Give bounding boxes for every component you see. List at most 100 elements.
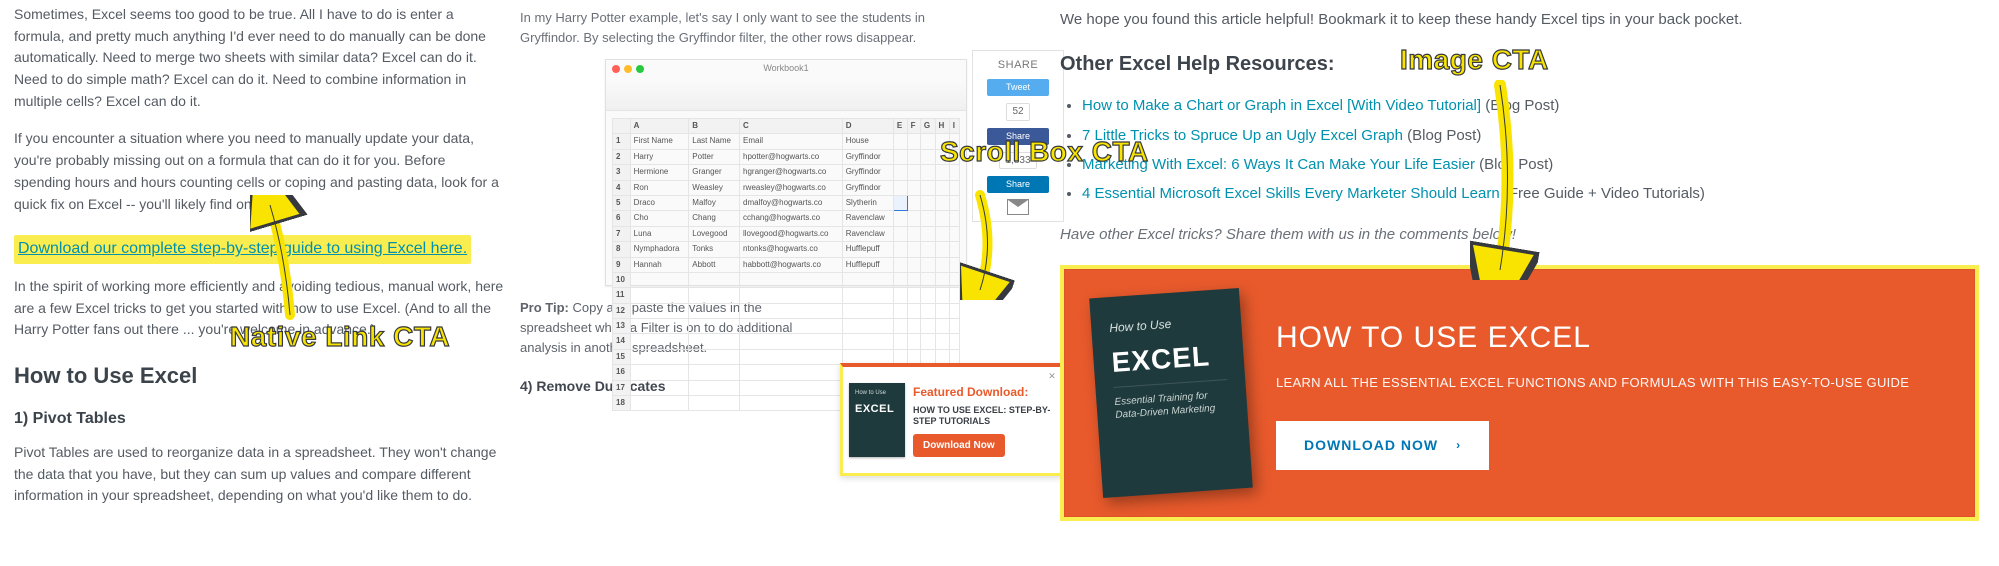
cell xyxy=(842,288,893,303)
column-header: D xyxy=(842,119,893,134)
cell xyxy=(907,334,920,349)
cell xyxy=(630,396,689,411)
cell xyxy=(740,272,843,287)
column-header: B xyxy=(689,119,740,134)
pivot-tables-paragraph: Pivot Tables are used to reorganize data… xyxy=(14,442,506,507)
linkedin-share-button[interactable]: Share xyxy=(987,176,1049,193)
ebook-pretitle: How to Use xyxy=(855,389,886,398)
tweet-button[interactable]: Tweet xyxy=(987,79,1049,96)
workbook-title: Workbook1 xyxy=(606,62,966,76)
cell: Ron xyxy=(630,180,689,195)
cell xyxy=(920,303,935,318)
scroll-box-cta[interactable]: ✕ How to Use EXCEL Featured Download: HO… xyxy=(840,363,1064,476)
intro-paragraph-2: If you encounter a situation where you n… xyxy=(14,128,506,215)
resource-item: 7 Little Tricks to Spruce Up an Ugly Exc… xyxy=(1082,124,1979,147)
cell xyxy=(893,257,907,272)
cell xyxy=(893,242,907,257)
left-article-panel: Sometimes, Excel seems too good to be tr… xyxy=(0,0,520,566)
cell xyxy=(907,288,920,303)
cell: Slytherin xyxy=(842,195,893,210)
cell: habbott@hogwarts.co xyxy=(740,257,843,272)
cell xyxy=(920,195,935,210)
download-now-button[interactable]: Download Now xyxy=(913,434,1005,458)
cell xyxy=(689,319,740,334)
column-header: A xyxy=(630,119,689,134)
cell: Email xyxy=(740,134,843,149)
cell: Abbott xyxy=(689,257,740,272)
resource-item: Marketing With Excel: 6 Ways It Can Make… xyxy=(1082,153,1979,176)
row-number: 13 xyxy=(613,319,631,334)
row-number: 1 xyxy=(613,134,631,149)
cell: Lovegood xyxy=(689,226,740,241)
cell xyxy=(920,272,935,287)
cell xyxy=(689,288,740,303)
cell xyxy=(935,226,949,241)
cell xyxy=(935,149,949,164)
cell: dmalfoy@hogwarts.co xyxy=(740,195,843,210)
cell xyxy=(893,134,907,149)
row-number: 18 xyxy=(613,396,631,411)
cell xyxy=(935,303,949,318)
resource-suffix: (Blog Post) xyxy=(1475,156,1553,173)
cell xyxy=(907,226,920,241)
cell xyxy=(842,319,893,334)
filter-explanation: In my Harry Potter example, let's say I … xyxy=(520,8,1052,47)
column-header: H xyxy=(935,119,949,134)
intro-paragraph-3: In the spirit of working more efficientl… xyxy=(14,276,506,341)
share-title: SHARE xyxy=(979,57,1057,74)
cell xyxy=(907,272,920,287)
resource-link[interactable]: 4 Essential Microsoft Excel Skills Every… xyxy=(1082,185,1500,202)
cell xyxy=(935,272,949,287)
row-number: 9 xyxy=(613,257,631,272)
cta-book-graphic: How to Use EXCEL Essential Training for … xyxy=(1089,288,1253,498)
cell: llovegood@hogwarts.co xyxy=(740,226,843,241)
cell xyxy=(907,149,920,164)
email-share-icon[interactable] xyxy=(1007,199,1029,215)
middle-article-panel: In my Harry Potter example, let's say I … xyxy=(520,0,1060,566)
cell xyxy=(907,134,920,149)
cell: Ravenclaw xyxy=(842,211,893,226)
cell xyxy=(949,134,959,149)
image-cta-banner[interactable]: How to Use EXCEL Essential Training for … xyxy=(1060,265,1979,521)
cell xyxy=(893,272,907,287)
cell xyxy=(907,303,920,318)
row-number: 17 xyxy=(613,380,631,395)
row-number: 11 xyxy=(613,288,631,303)
cell xyxy=(920,288,935,303)
cell: Weasley xyxy=(689,180,740,195)
download-now-cta-button[interactable]: DOWNLOAD NOW › xyxy=(1276,421,1489,471)
cell xyxy=(740,319,843,334)
resource-link[interactable]: How to Make a Chart or Graph in Excel [W… xyxy=(1082,97,1481,114)
cell xyxy=(949,211,959,226)
cell xyxy=(949,195,959,210)
resource-link[interactable]: Marketing With Excel: 6 Ways It Can Make… xyxy=(1082,156,1475,173)
cell xyxy=(920,180,935,195)
resource-item: How to Make a Chart or Graph in Excel [W… xyxy=(1082,94,1979,117)
cta-headline: HOW TO USE EXCEL xyxy=(1276,315,1943,362)
cell: House xyxy=(842,134,893,149)
cell xyxy=(740,380,843,395)
row-number: 2 xyxy=(613,149,631,164)
native-link-cta[interactable]: Download our complete step-by-step guide… xyxy=(14,235,471,264)
cell: Malfoy xyxy=(689,195,740,210)
cell xyxy=(907,242,920,257)
cell: Chang xyxy=(689,211,740,226)
row-number: 4 xyxy=(613,180,631,195)
closing-paragraph: We hope you found this article helpful! … xyxy=(1060,8,1979,31)
close-icon[interactable]: ✕ xyxy=(1047,371,1057,381)
cell xyxy=(949,334,959,349)
cell xyxy=(893,334,907,349)
cell xyxy=(740,303,843,318)
cell xyxy=(949,149,959,164)
cell xyxy=(949,272,959,287)
facebook-share-button[interactable]: Share xyxy=(987,128,1049,145)
cell xyxy=(920,226,935,241)
cell xyxy=(842,303,893,318)
cell xyxy=(630,380,689,395)
cta-book-title: EXCEL xyxy=(1110,334,1211,384)
row-number: 7 xyxy=(613,226,631,241)
cell: ntonks@hogwarts.co xyxy=(740,242,843,257)
resource-link[interactable]: 7 Little Tricks to Spruce Up an Ugly Exc… xyxy=(1082,127,1403,144)
cell: Gryffindor xyxy=(842,180,893,195)
cell: hgranger@hogwarts.co xyxy=(740,165,843,180)
